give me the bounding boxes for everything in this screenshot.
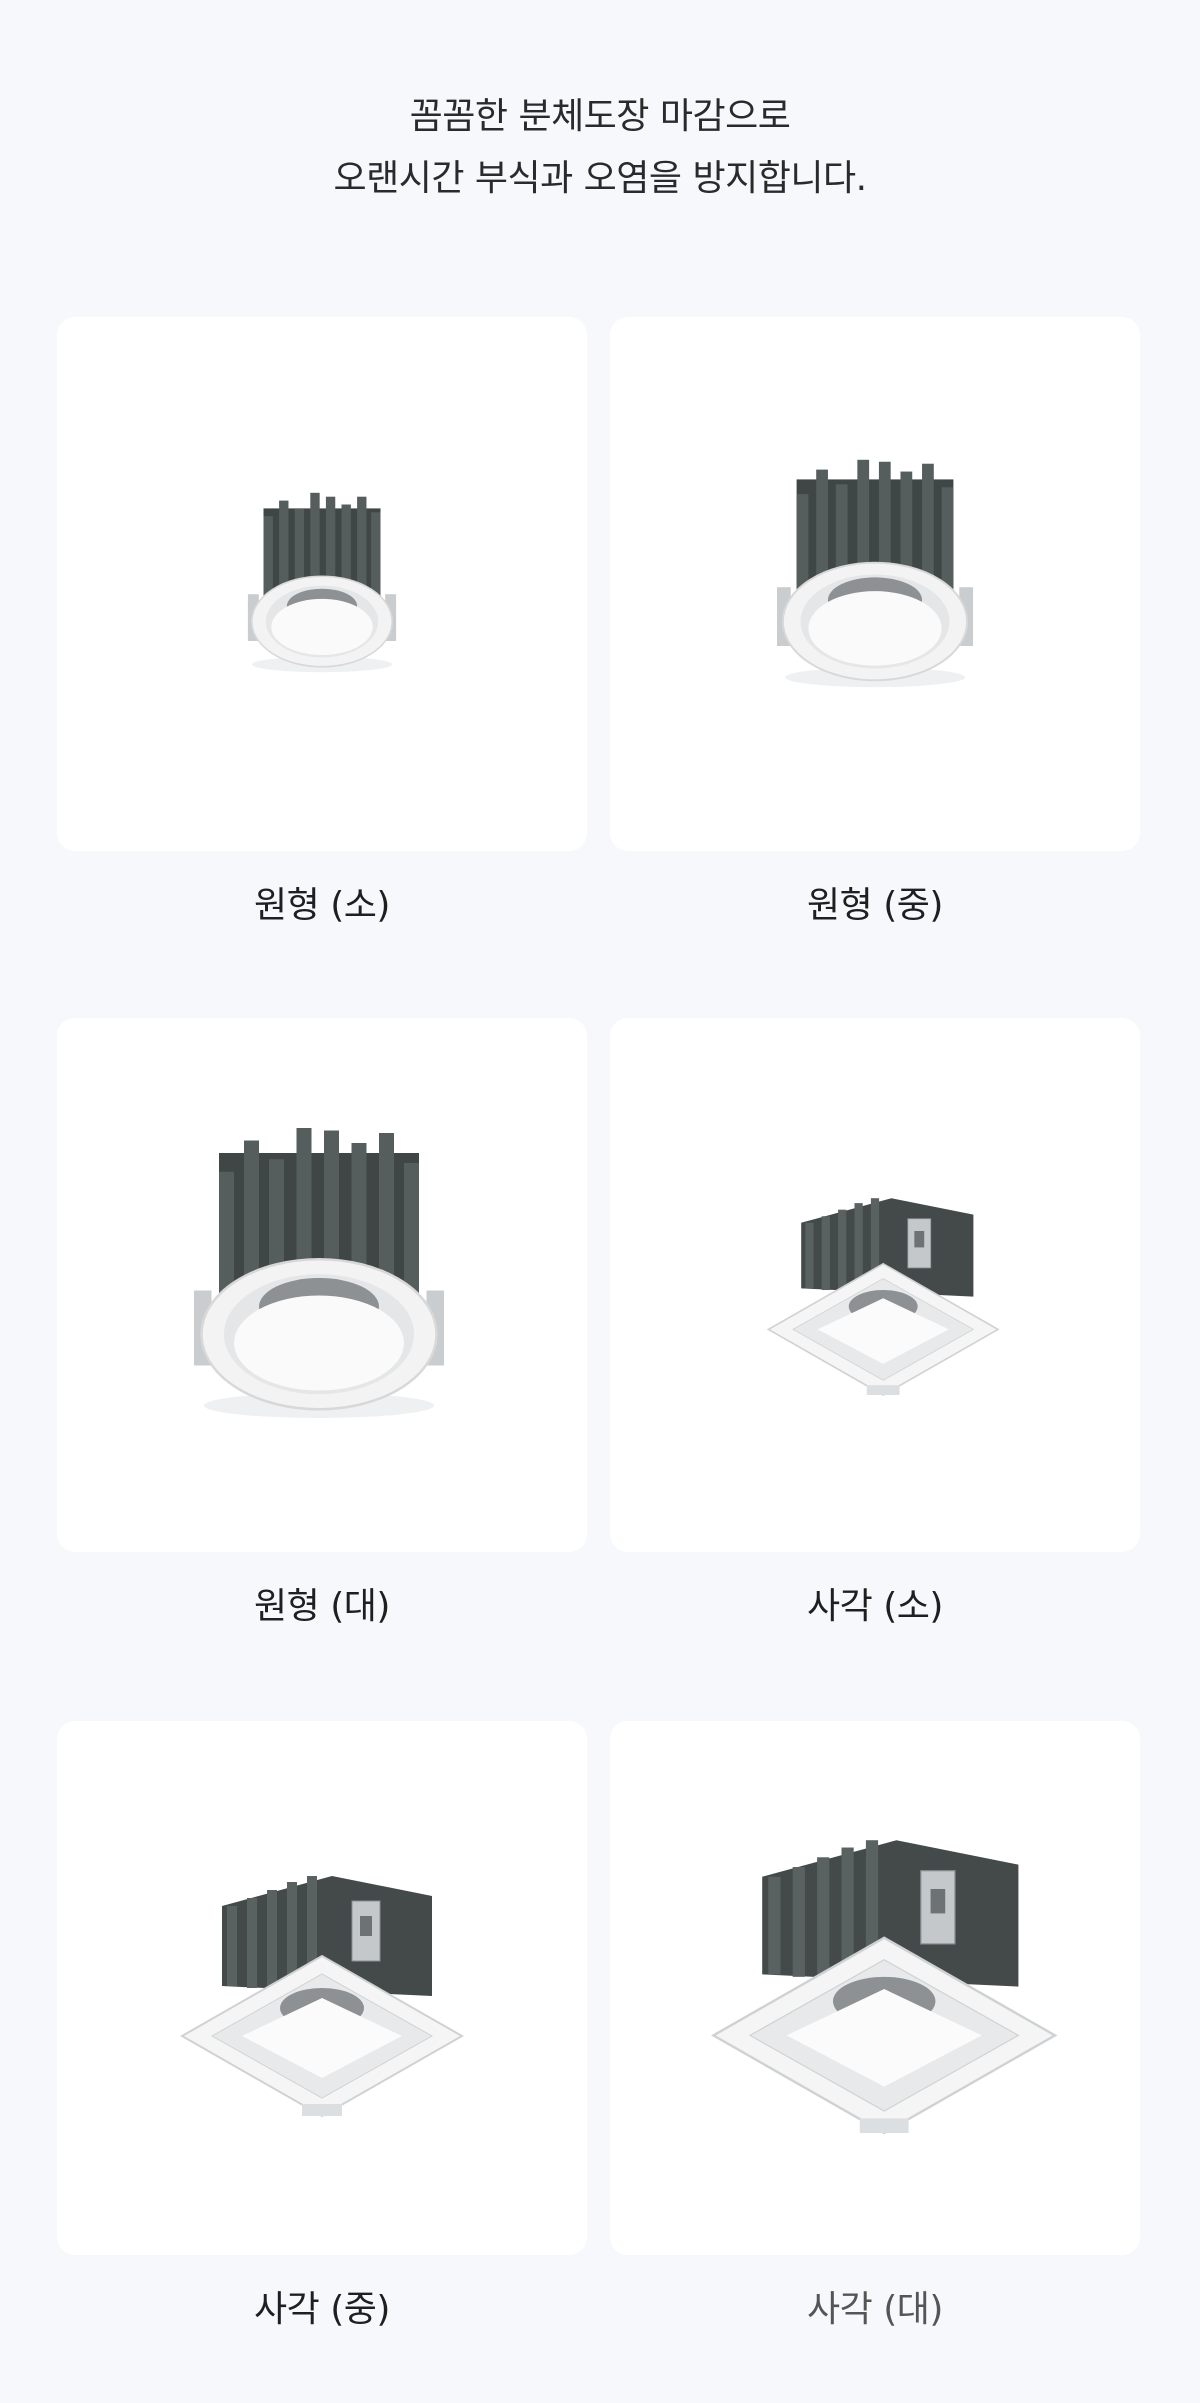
- product-card-square-large[interactable]: [610, 1721, 1140, 2255]
- product-card-square-small[interactable]: [610, 1018, 1140, 1552]
- product-label-square-medium: 사각 (중): [254, 2289, 390, 2330]
- headline-line-1: 꼼꼼한 분체도장 마감으로: [409, 96, 791, 137]
- product-label-round-small: 원형 (소): [254, 885, 390, 926]
- product-card-round-large[interactable]: [57, 1018, 587, 1552]
- square-downlight-small-image: [766, 1198, 1000, 1396]
- section-headline: 꼼꼼한 분체도장 마감으로 오랜시간 부식과 오염을 방지합니다.: [0, 86, 1200, 210]
- product-card-square-medium[interactable]: [57, 1721, 587, 2255]
- product-label-square-large: 사각 (대): [807, 2289, 943, 2330]
- product-card-round-small[interactable]: [57, 317, 587, 851]
- round-downlight-large-image: [194, 1128, 444, 1418]
- round-downlight-small-image: [247, 492, 397, 673]
- square-downlight-medium-image: [179, 1876, 465, 2118]
- square-downlight-large-image: [710, 1840, 1058, 2135]
- headline-line-2: 오랜시간 부식과 오염을 방지합니다.: [333, 158, 867, 199]
- round-downlight-medium-image: [777, 459, 973, 688]
- product-card-round-medium[interactable]: [610, 317, 1140, 851]
- product-label-square-small: 사각 (소): [807, 1586, 943, 1627]
- product-label-round-large: 원형 (대): [254, 1586, 390, 1627]
- product-label-round-medium: 원형 (중): [807, 885, 943, 926]
